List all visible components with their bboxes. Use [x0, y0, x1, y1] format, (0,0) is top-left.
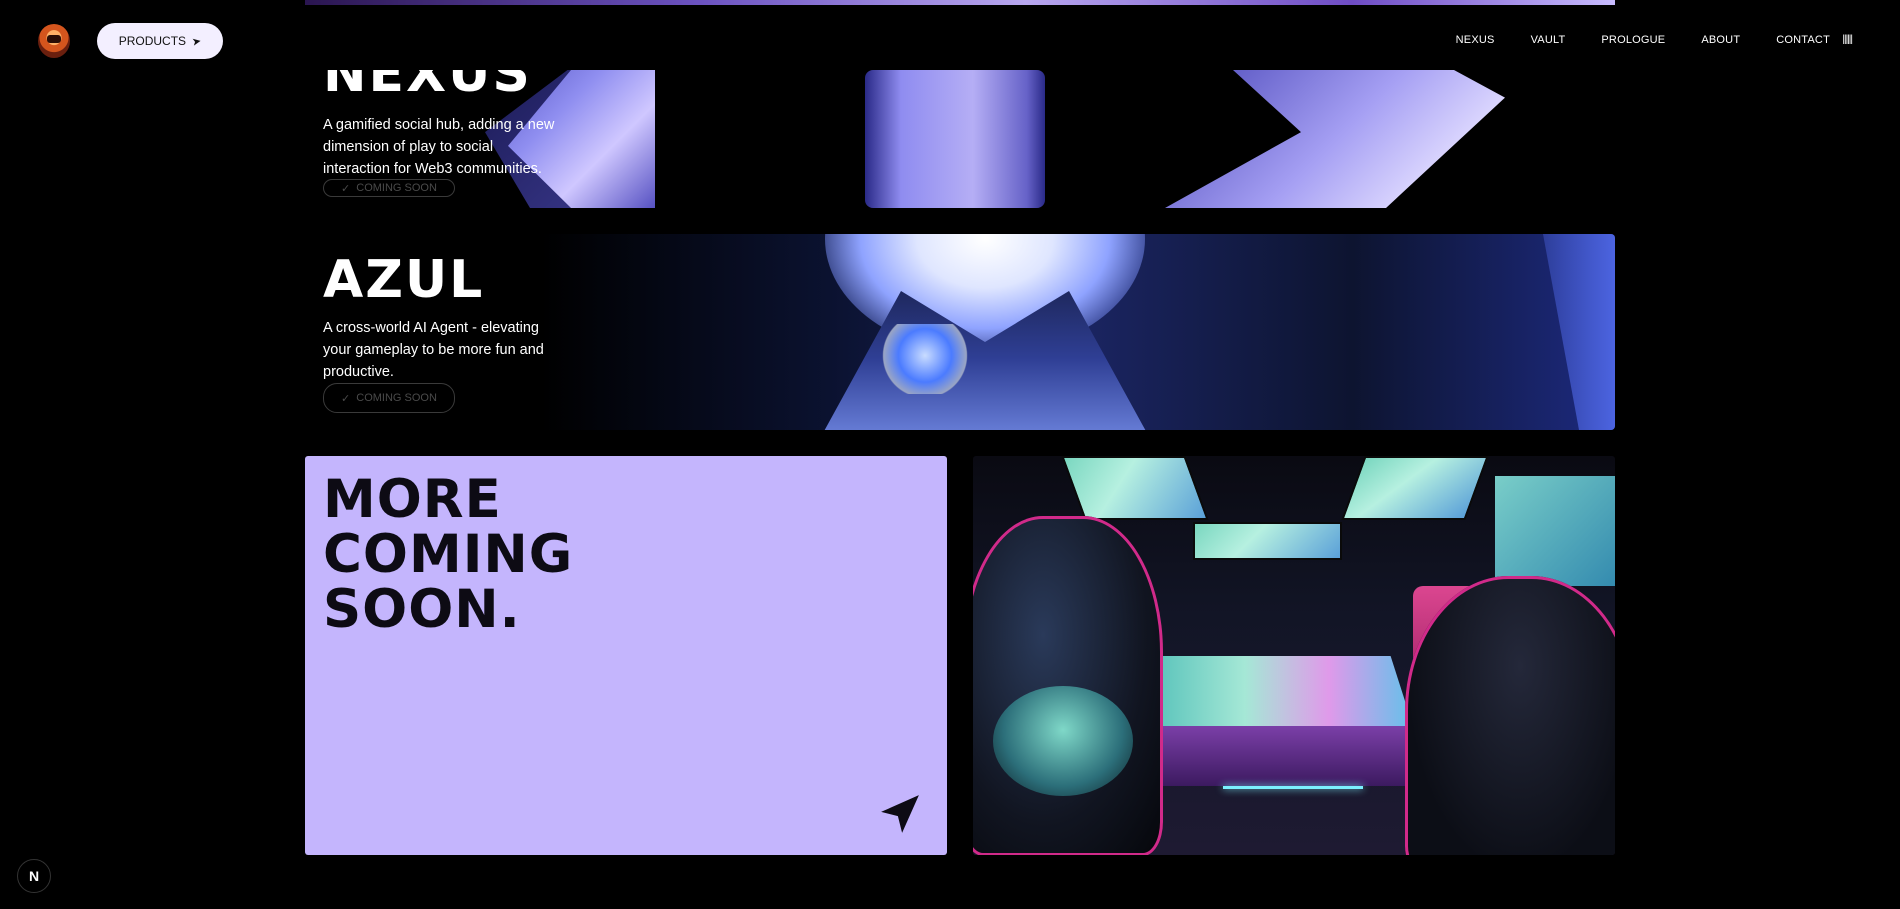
coming-soon-label: COMING SOON [356, 182, 437, 194]
top-image-edge [305, 0, 1615, 5]
player-silhouette [1405, 576, 1615, 855]
glow-shape [1543, 234, 1615, 430]
gem-shape [880, 324, 970, 394]
nav-item-nexus[interactable]: NEXUS [1456, 34, 1495, 46]
menu-dots-icon[interactable]: |||||| [1842, 34, 1853, 45]
arena-screen [1061, 456, 1209, 520]
coming-soon-label: COMING SOON [356, 392, 437, 404]
arena-main-screen [1133, 656, 1413, 726]
n-logo-badge[interactable]: N [17, 859, 51, 893]
arena-neon-line [1223, 786, 1363, 789]
arena-floor [1123, 726, 1453, 786]
send-icon[interactable] [879, 793, 921, 835]
glowing-orb [825, 234, 1145, 354]
nav-item-vault[interactable]: VAULT [1531, 34, 1566, 46]
logo-avatar-icon[interactable] [38, 24, 70, 58]
pillar-shape [865, 70, 1045, 208]
product-title: AZUL [323, 250, 485, 310]
arrow-icon: ➤ [191, 34, 203, 49]
more-coming-soon-title: MORE COMING SOON. [323, 469, 574, 640]
nav-item-about[interactable]: ABOUT [1701, 34, 1740, 46]
chevron-shape [1165, 70, 1505, 208]
main-nav: NEXUS VAULT PROLOGUE ABOUT CONTACT [1456, 34, 1830, 46]
page: PRODUCTS ➤ NEXUS VAULT PROLOGUE ABOUT CO… [0, 0, 1900, 909]
coming-soon-badge: ✓ COMING SOON [323, 179, 455, 197]
player-hair [993, 686, 1133, 796]
products-button[interactable]: PRODUCTS ➤ [97, 23, 223, 59]
product-description: A cross-world AI Agent - elevating your … [323, 320, 544, 380]
arena-screen [1341, 456, 1489, 520]
check-icon: ✓ [341, 392, 351, 405]
nav-item-contact[interactable]: CONTACT [1776, 34, 1830, 46]
product-card-azul[interactable]: AZUL A cross-world AI Agent - elevating … [305, 234, 1615, 430]
product-description: A gamified social hub, adding a new dime… [323, 117, 555, 177]
coming-soon-badge: ✓ COMING SOON [323, 383, 455, 413]
site-header: PRODUCTS ➤ NEXUS VAULT PROLOGUE ABOUT CO… [0, 0, 1900, 70]
arena-screen [1193, 522, 1342, 560]
check-icon: ✓ [341, 182, 351, 195]
arena-panel [1495, 476, 1615, 586]
more-coming-soon-card[interactable]: MORE COMING SOON. [305, 456, 947, 855]
nav-item-prologue[interactable]: PROLOGUE [1601, 34, 1665, 46]
gaming-arena-image [973, 456, 1615, 855]
products-button-label: PRODUCTS [118, 34, 187, 48]
